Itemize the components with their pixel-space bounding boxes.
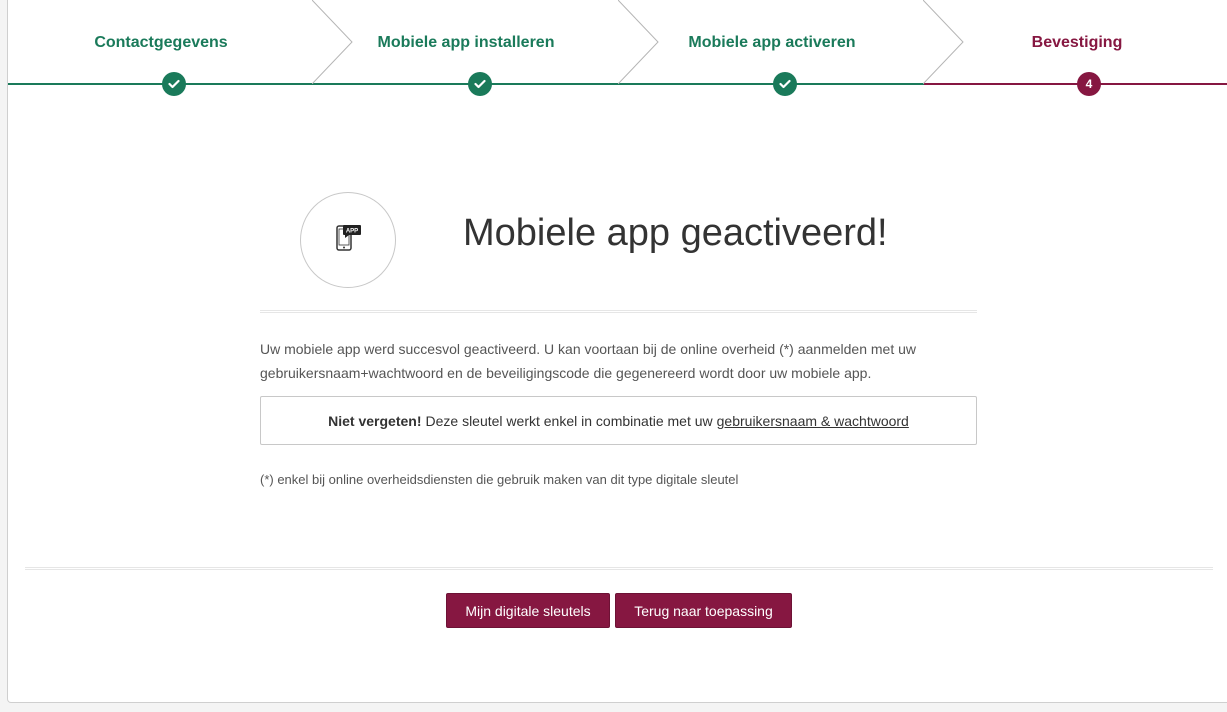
reminder-bold: Niet vergeten!: [328, 412, 422, 429]
step-separator-chevron: [618, 0, 659, 84]
reminder-box: Niet vergeten! Deze sleutel werkt enkel …: [260, 396, 977, 445]
footnote: (*) enkel bij online overheidsdiensten d…: [260, 472, 739, 487]
divider: [260, 310, 977, 313]
step-label-app-activeren: Mobiele app activeren: [688, 34, 856, 51]
step-separator-chevron: [312, 0, 353, 84]
reminder-text: Deze sleutel werkt enkel in combinatie m…: [425, 412, 713, 429]
step-complete-check-icon: [468, 72, 492, 96]
step-label-contactgegevens: Contactgegevens: [94, 34, 228, 51]
step-complete-check-icon: [162, 72, 186, 96]
progress-stepper: Contactgegevens Mobiele app installeren …: [0, 0, 1227, 100]
step-label-app-installeren: Mobiele app installeren: [377, 34, 555, 51]
divider: [25, 567, 1213, 570]
success-message: Uw mobiele app werd succesvol geactiveer…: [260, 341, 917, 381]
svg-text:APP: APP: [346, 229, 358, 235]
step-complete-check-icon: [773, 72, 797, 96]
step-separator-chevron: [923, 0, 964, 84]
step-label-bevestiging: Bevestiging: [1031, 34, 1123, 51]
step-number-badge: 4: [1077, 72, 1101, 96]
my-digital-keys-button[interactable]: Mijn digitale sleutels: [446, 593, 610, 628]
mobile-app-icon: APP: [300, 192, 396, 288]
page-title: Mobiele app geactiveerd!: [463, 212, 888, 254]
back-to-application-button[interactable]: Terug naar toepassing: [615, 593, 792, 628]
username-password-link[interactable]: gebruikersnaam & wachtwoord: [717, 413, 909, 429]
